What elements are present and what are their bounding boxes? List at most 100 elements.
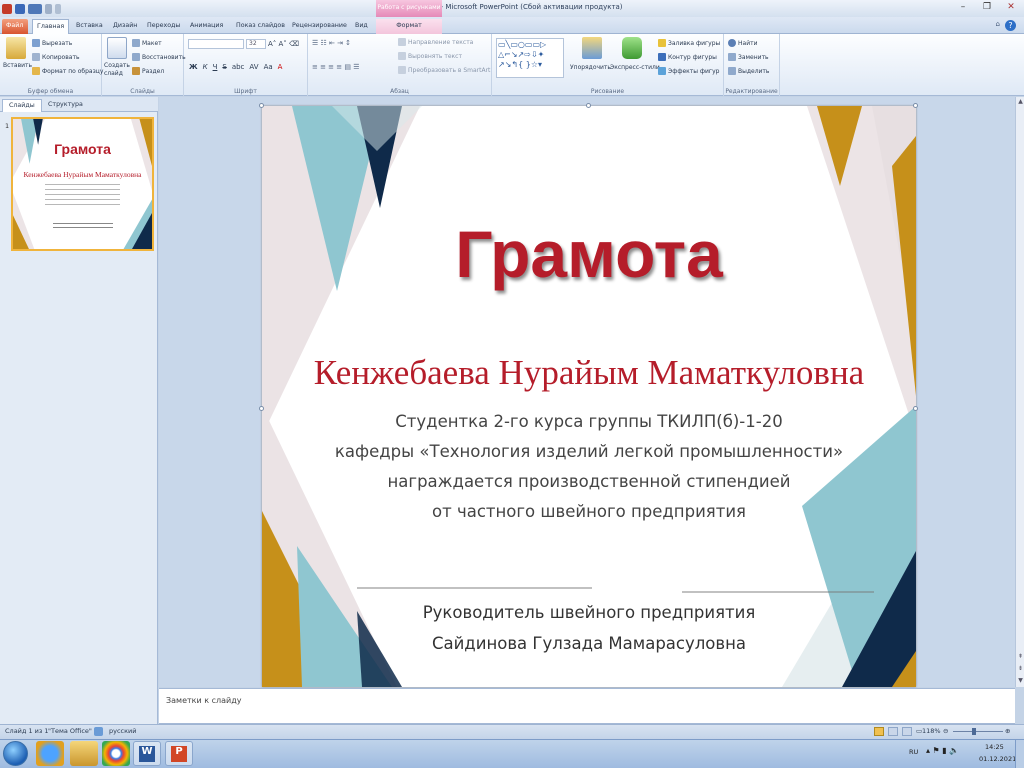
- word-taskbar-icon[interactable]: W: [133, 741, 161, 766]
- paste-button[interactable]: Вставить: [3, 62, 32, 69]
- tab-slides[interactable]: Слайды: [2, 99, 42, 112]
- align-text-button[interactable]: Выровнять текст: [398, 52, 462, 60]
- tab-animation[interactable]: Анимация: [186, 19, 227, 34]
- new-slide-button[interactable]: Создать слайд: [104, 62, 130, 78]
- tab-format[interactable]: Формат: [376, 19, 442, 34]
- shape-fill-button[interactable]: Заливка фигуры: [658, 39, 720, 47]
- group-label-slides: Слайды: [130, 88, 155, 95]
- tab-file[interactable]: Файл: [2, 19, 28, 34]
- slide-canvas[interactable]: Грамота Кенжебаева Нурайым Маматкуловна …: [262, 106, 916, 687]
- scroll-down-icon[interactable]: ▼: [1016, 676, 1024, 685]
- tab-view[interactable]: Вид: [351, 19, 372, 34]
- selection-handle[interactable]: [913, 103, 918, 108]
- text-direction-button[interactable]: Направление текста: [398, 38, 473, 46]
- quick-styles-button[interactable]: Экспресс-стили: [610, 64, 660, 71]
- tab-insert[interactable]: Вставка: [72, 19, 107, 34]
- section-button[interactable]: Раздел: [132, 67, 164, 75]
- cursor-icon: [728, 67, 736, 75]
- binoculars-icon: [728, 39, 736, 47]
- recipient-name[interactable]: Кенжебаева Нурайым Маматкуловна: [262, 353, 916, 393]
- zoom-in-icon[interactable]: ⊕: [1005, 727, 1010, 735]
- shapes-gallery[interactable]: ▭╲▭○▭▭▷ △⌐↘↗⇨⇩✦ ↗↘↰{ }☆▾: [496, 38, 564, 78]
- body-line-2[interactable]: кафедры «Технология изделий легкой промы…: [262, 442, 916, 461]
- minimize-ribbon-icon[interactable]: ⌂: [996, 20, 1000, 28]
- body-line-3[interactable]: награждается производственной стипендией: [262, 472, 916, 491]
- chrome-browser-icon[interactable]: [102, 741, 130, 766]
- sorter-view-icon[interactable]: [888, 727, 898, 736]
- tab-slideshow[interactable]: Показ слайдов: [232, 19, 289, 34]
- explorer-folder-icon[interactable]: [70, 741, 98, 766]
- find-button[interactable]: Найти: [728, 39, 757, 47]
- copy-icon: [32, 53, 40, 61]
- manager-name[interactable]: Сайдинова Гулзада Мамарасуловна: [262, 634, 916, 653]
- tab-review[interactable]: Рецензирование: [288, 19, 351, 34]
- certificate-title[interactable]: Грамота: [262, 216, 916, 292]
- shape-effects-button[interactable]: Эффекты фигур: [658, 67, 719, 75]
- zoom-slider-thumb[interactable]: [972, 728, 976, 735]
- font-name-field[interactable]: [188, 39, 244, 49]
- powerpoint-taskbar-icon[interactable]: P: [165, 741, 193, 766]
- replace-button[interactable]: Заменить: [728, 53, 769, 61]
- smartart-button[interactable]: Преобразовать в SmartArt: [398, 66, 490, 74]
- scroll-up-icon[interactable]: ▲: [1016, 97, 1024, 106]
- status-theme[interactable]: "Тема Office": [48, 727, 92, 735]
- help-icon[interactable]: ?: [1005, 20, 1016, 31]
- next-slide-icon[interactable]: ⇟: [1016, 664, 1024, 673]
- tray-language[interactable]: RU: [909, 748, 918, 756]
- font-grow-shrink-icons[interactable]: A˄ A˅ ⌫: [268, 40, 299, 48]
- ie-browser-icon[interactable]: [36, 741, 64, 766]
- format-painter-button[interactable]: Формат по образцу: [32, 67, 103, 75]
- scissors-icon: [32, 39, 40, 47]
- vertical-scrollbar[interactable]: ▲ ⇞ ⇟ ▼: [1015, 97, 1024, 687]
- zoom-level[interactable]: 118%: [922, 727, 941, 735]
- reset-button[interactable]: Восстановить: [132, 53, 186, 61]
- reading-view-icon[interactable]: [902, 727, 912, 736]
- new-slide-icon[interactable]: [107, 37, 127, 59]
- shape-outline-button[interactable]: Контур фигуры: [658, 53, 717, 61]
- context-tab-group-label: Работа с рисунками: [376, 0, 442, 17]
- spellcheck-icon[interactable]: [94, 727, 103, 736]
- align-icons[interactable]: ≡ ≡ ≡ ≡ ▤ ☰: [312, 63, 359, 71]
- tray-icons[interactable]: ▴ ⚑ ▮ 🔈: [926, 746, 959, 755]
- body-line-1[interactable]: Студентка 2-го курса группы ТКИЛП(б)-1-2…: [262, 412, 916, 431]
- prev-slide-icon[interactable]: ⇞: [1016, 652, 1024, 661]
- tray-time[interactable]: 14:25: [985, 743, 1004, 751]
- tab-outline[interactable]: Структура: [42, 99, 89, 112]
- selection-handle[interactable]: [259, 103, 264, 108]
- slide-thumbnail[interactable]: Грамота Кенжебаева Нурайым Маматкуловна: [11, 117, 154, 251]
- tray-date[interactable]: 01.12.2021: [979, 755, 1016, 763]
- layout-button[interactable]: Макет: [132, 39, 162, 47]
- selection-handle[interactable]: [259, 406, 264, 411]
- effects-icon: [658, 67, 666, 75]
- font-size-field[interactable]: 32: [246, 39, 266, 49]
- zoom-slider[interactable]: [953, 731, 1003, 732]
- font-format-icons[interactable]: Ж К Ч Sabc AV Aa A: [189, 63, 282, 71]
- start-button-icon[interactable]: [3, 741, 28, 766]
- list-indent-icons[interactable]: ☰ ☷ ⇤ ⇥ ↕: [312, 39, 351, 47]
- body-line-4[interactable]: от частного швейного предприятия: [262, 502, 916, 521]
- notes-placeholder[interactable]: Заметки к слайду: [166, 696, 241, 705]
- tab-transitions[interactable]: Переходы: [143, 19, 184, 34]
- status-language[interactable]: русский: [109, 727, 137, 735]
- arrange-icon[interactable]: [582, 37, 602, 59]
- layout-label: Макет: [142, 39, 162, 47]
- show-desktop-button[interactable]: [1015, 740, 1024, 768]
- normal-view-icon[interactable]: [874, 727, 884, 736]
- minimize-button[interactable]: –: [952, 1, 974, 14]
- close-button[interactable]: ✕: [1000, 1, 1022, 14]
- section-label: Раздел: [142, 67, 165, 75]
- arrange-button[interactable]: Упорядочить: [570, 64, 611, 71]
- selection-handle[interactable]: [913, 406, 918, 411]
- restore-button[interactable]: ❐: [976, 1, 998, 14]
- selection-handle[interactable]: [586, 103, 591, 108]
- paste-icon[interactable]: [6, 37, 26, 59]
- manager-title[interactable]: Руководитель швейного предприятия: [262, 603, 916, 622]
- cut-button[interactable]: Вырезать: [32, 39, 72, 47]
- tab-home[interactable]: Главная: [32, 19, 70, 34]
- copy-button[interactable]: Копировать: [32, 53, 79, 61]
- quick-styles-icon[interactable]: [622, 37, 642, 59]
- notes-pane[interactable]: [159, 688, 1015, 724]
- zoom-out-icon[interactable]: ⊖: [943, 727, 948, 735]
- select-button[interactable]: Выделить: [728, 67, 769, 75]
- tab-design[interactable]: Дизайн: [109, 19, 141, 34]
